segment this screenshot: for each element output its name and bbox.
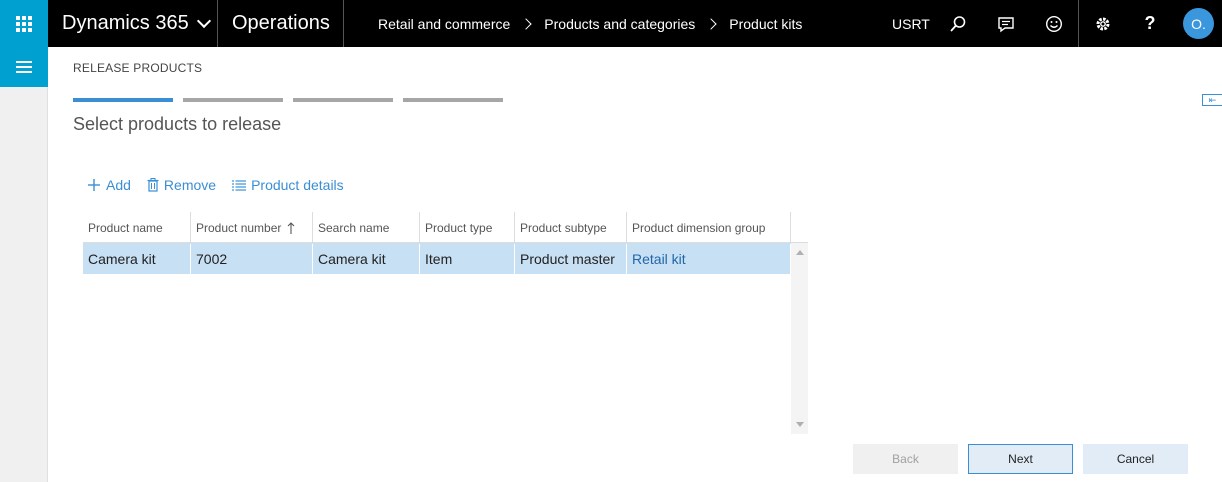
add-label: Add <box>106 177 131 193</box>
column-header-product-dimension-group[interactable]: Product dimension group <box>627 212 791 243</box>
collapse-pane-button[interactable]: ⇤ <box>1202 94 1222 106</box>
wizard-step-3 <box>293 98 393 102</box>
messages-button[interactable] <box>986 0 1026 47</box>
chevron-down-icon <box>196 13 211 28</box>
app-launcher-button[interactable] <box>0 0 48 47</box>
company-picker[interactable]: USRT <box>892 0 930 47</box>
toolbar-divider <box>1078 0 1079 47</box>
table-row[interactable]: Camera kit 7002 Camera kit Item Product … <box>83 243 808 274</box>
cell-product-dimension-group-link[interactable]: Retail kit <box>627 244 791 274</box>
step-heading: Select products to release <box>73 114 282 134</box>
feedback-button[interactable] <box>1034 0 1074 47</box>
cell-product-name[interactable]: Camera kit <box>83 244 191 274</box>
wizard-steps <box>73 98 513 102</box>
breadcrumb-item-retail[interactable]: Retail and commerce <box>378 16 510 32</box>
remove-button[interactable]: Remove <box>147 177 216 193</box>
left-navigation <box>0 47 48 482</box>
wizard-step-1 <box>73 98 173 102</box>
add-button[interactable]: Add <box>87 177 131 193</box>
waffle-icon <box>16 15 32 32</box>
list-icon <box>232 179 247 191</box>
column-header-search-name[interactable]: Search name <box>313 212 420 243</box>
product-details-button[interactable]: Product details <box>232 177 344 193</box>
hamburger-icon-line <box>16 71 32 73</box>
avatar[interactable]: O. <box>1183 8 1214 39</box>
product-details-label: Product details <box>251 177 344 193</box>
grid-header: Product name Product number Search name … <box>83 212 808 243</box>
back-button[interactable]: Back <box>853 444 958 474</box>
top-bar: Dynamics 365 Operations Retail and comme… <box>0 0 1222 47</box>
chevron-right-icon <box>705 17 717 30</box>
scroll-up-arrow-icon[interactable] <box>796 250 804 255</box>
grid-scrollbar[interactable] <box>791 243 808 434</box>
sort-ascending-icon <box>288 221 295 234</box>
products-grid: Product name Product number Search name … <box>83 212 808 434</box>
column-header-product-number[interactable]: Product number <box>191 212 313 243</box>
wizard-step-4 <box>403 98 503 102</box>
cell-product-type[interactable]: Item <box>420 244 515 274</box>
arrow-left-icon: ⇤ <box>1208 94 1217 105</box>
hamburger-icon <box>16 61 32 63</box>
message-icon <box>998 16 1014 32</box>
gear-icon <box>1096 17 1110 30</box>
cancel-button[interactable]: Cancel <box>1083 444 1188 474</box>
navigation-menu-button[interactable] <box>0 47 48 87</box>
search-icon <box>950 15 966 32</box>
help-button[interactable]: ? <box>1130 0 1170 47</box>
wizard-step-2 <box>183 98 283 102</box>
column-header-product-number-label: Product number <box>196 220 282 235</box>
chevron-right-icon <box>520 17 532 30</box>
cell-product-subtype[interactable]: Product master <box>515 244 627 274</box>
dialog-title: RELEASE PRODUCTS <box>73 61 203 75</box>
search-button[interactable] <box>938 0 978 47</box>
cell-product-number[interactable]: 7002 <box>191 244 313 274</box>
cell-search-name[interactable]: Camera kit <box>313 244 420 274</box>
hamburger-icon-line <box>16 66 32 68</box>
brand-name: Dynamics 365 <box>62 12 189 34</box>
remove-label: Remove <box>163 177 217 193</box>
action-bar: Add Remove Product details <box>87 177 360 193</box>
column-header-product-name[interactable]: Product name <box>83 212 191 243</box>
question-mark-icon: ? <box>1144 13 1156 33</box>
module-name[interactable]: Operations <box>218 0 344 47</box>
settings-button[interactable] <box>1083 0 1123 47</box>
next-button[interactable]: Next <box>968 444 1073 474</box>
smiley-icon <box>1045 15 1063 32</box>
scroll-down-arrow-icon[interactable] <box>796 422 804 427</box>
breadcrumb-item-products[interactable]: Products and categories <box>544 16 695 32</box>
trash-icon <box>147 178 159 192</box>
plus-icon <box>87 178 101 192</box>
breadcrumb: Retail and commerce Products and categor… <box>378 0 802 47</box>
breadcrumb-item-kits[interactable]: Product kits <box>729 16 802 32</box>
column-header-product-type[interactable]: Product type <box>420 212 515 243</box>
column-header-product-subtype[interactable]: Product subtype <box>515 212 627 243</box>
brand-switcher[interactable]: Dynamics 365 <box>48 0 218 47</box>
